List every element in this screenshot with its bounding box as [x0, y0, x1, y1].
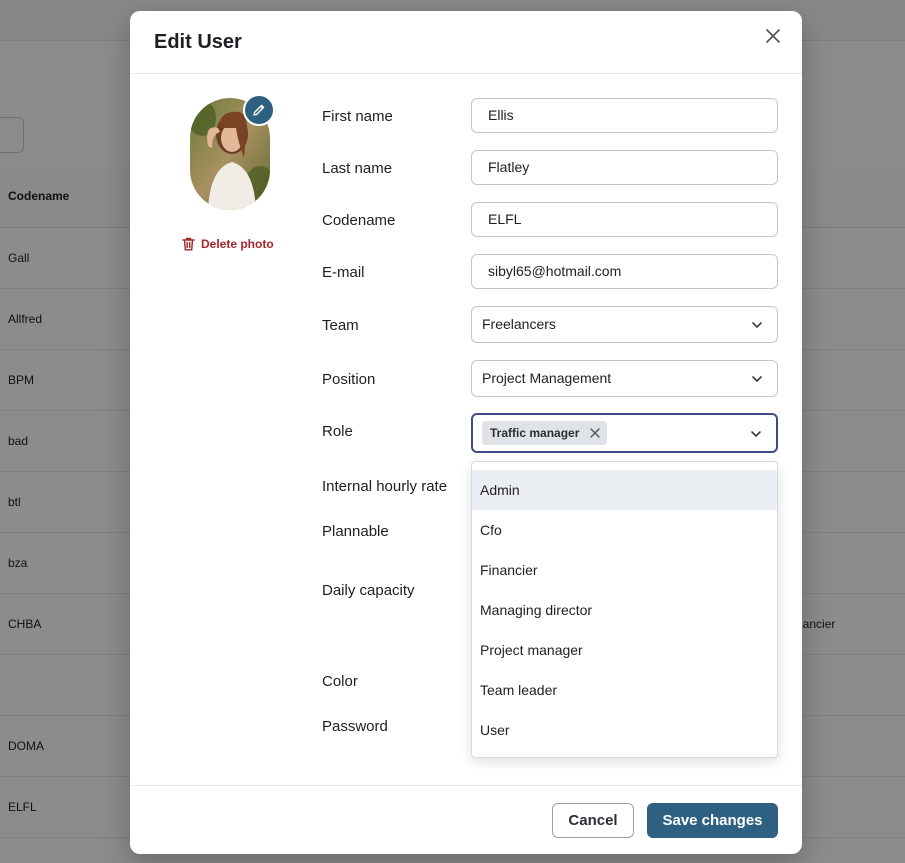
- team-label: Team: [322, 317, 359, 334]
- role-chip-label: Traffic manager: [490, 426, 580, 440]
- chevron-down-icon: [751, 431, 761, 437]
- daily-capacity-label: Daily capacity: [322, 582, 415, 599]
- last-name-label: Last name: [322, 160, 393, 177]
- last-name-input[interactable]: Flatley: [471, 150, 778, 185]
- pencil-icon: [253, 104, 265, 116]
- role-option-user[interactable]: User: [472, 710, 777, 750]
- close-icon[interactable]: [589, 427, 601, 439]
- trash-icon: [182, 237, 195, 251]
- modal-header: Edit User: [130, 11, 802, 74]
- codename-label: Codename: [322, 212, 396, 229]
- email-label: E-mail: [322, 264, 365, 281]
- role-dropdown: Admin Cfo Financier Managing director Pr…: [471, 461, 778, 758]
- role-label: Role: [322, 423, 353, 440]
- role-option-team-leader[interactable]: Team leader: [472, 670, 777, 710]
- role-option-admin[interactable]: Admin: [472, 470, 777, 510]
- password-label: Password: [322, 718, 388, 735]
- modal-title: Edit User: [154, 31, 242, 53]
- edit-photo-button[interactable]: [243, 94, 275, 126]
- first-name-label: First name: [322, 108, 393, 125]
- email-input[interactable]: sibyl65@hotmail.com: [471, 254, 778, 289]
- team-select-value: Freelancers: [482, 316, 556, 332]
- delete-photo-button[interactable]: Delete photo: [182, 237, 274, 251]
- role-chip: Traffic manager: [482, 421, 608, 445]
- team-select[interactable]: Freelancers: [471, 306, 778, 343]
- cancel-button[interactable]: Cancel: [552, 803, 634, 838]
- edit-user-modal: Edit User Delete photo First name Ellis …: [130, 11, 802, 854]
- chevron-down-icon: [752, 322, 762, 328]
- role-option-project-manager[interactable]: Project manager: [472, 630, 777, 670]
- role-option-cfo[interactable]: Cfo: [472, 510, 777, 550]
- color-label: Color: [322, 673, 358, 690]
- hourly-rate-label: Internal hourly rate: [322, 478, 448, 495]
- codename-input[interactable]: ELFL: [471, 202, 778, 237]
- plannable-label: Plannable: [322, 523, 389, 540]
- position-label: Position: [322, 371, 376, 388]
- role-option-financier[interactable]: Financier: [472, 550, 777, 590]
- delete-photo-label: Delete photo: [201, 237, 274, 251]
- chevron-down-icon: [752, 376, 762, 382]
- role-option-managing-director[interactable]: Managing director: [472, 590, 777, 630]
- first-name-input[interactable]: Ellis: [471, 98, 778, 133]
- modal-footer: Cancel Save changes: [130, 785, 802, 855]
- close-icon: [766, 29, 780, 43]
- close-button[interactable]: [762, 25, 784, 47]
- position-select-value: Project Management: [482, 370, 612, 386]
- save-changes-button[interactable]: Save changes: [647, 803, 778, 838]
- position-select[interactable]: Project Management: [471, 360, 778, 397]
- role-select[interactable]: Traffic manager: [471, 413, 778, 453]
